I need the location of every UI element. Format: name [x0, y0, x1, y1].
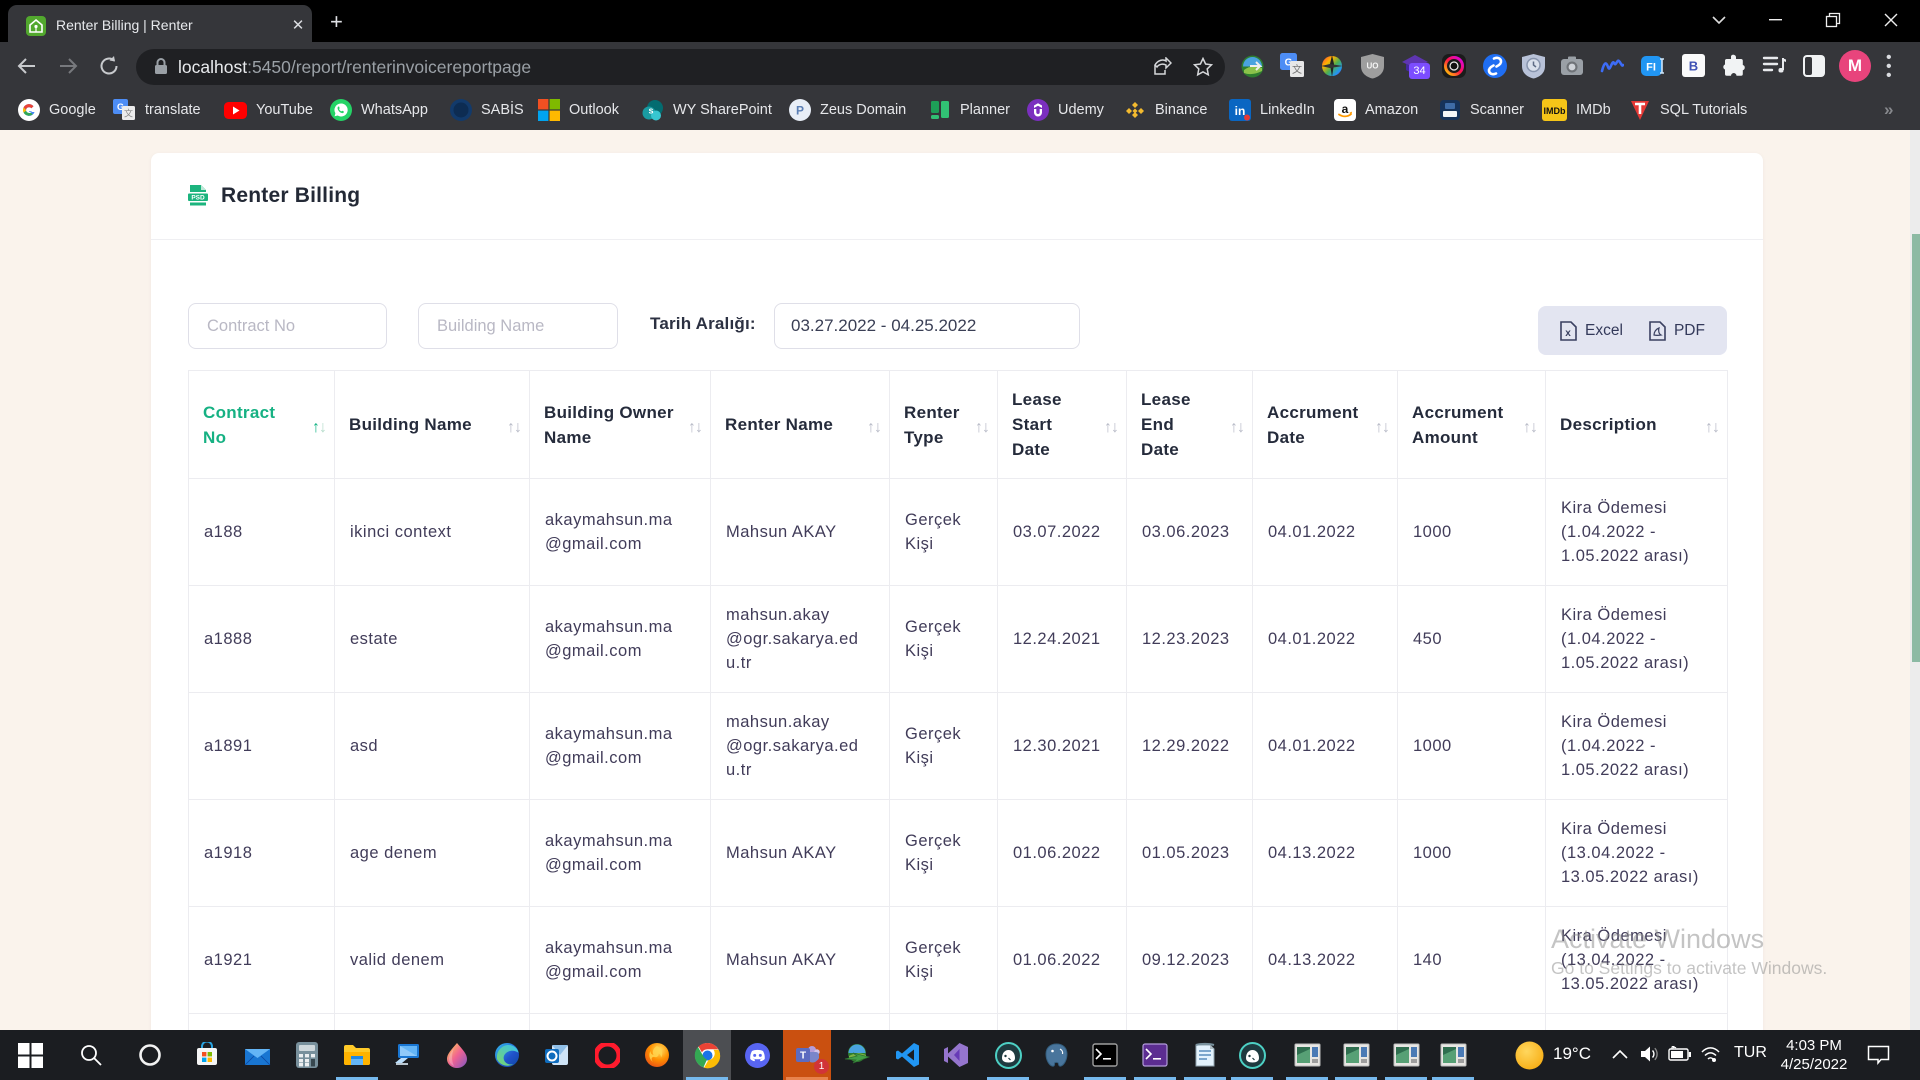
svg-text:PSD: PSD: [191, 195, 205, 202]
svg-text:a: a: [1342, 102, 1349, 116]
svg-text:UO: UO: [1367, 62, 1379, 71]
svg-text:文: 文: [1292, 63, 1302, 76]
svg-text:T: T: [799, 1050, 805, 1061]
svg-text:P: P: [796, 104, 804, 118]
svg-text:in: in: [1235, 104, 1246, 118]
svg-text:FI: FI: [1646, 62, 1656, 74]
svg-text:B: B: [1689, 59, 1698, 74]
svg-text:IMDb: IMDb: [1544, 106, 1566, 116]
svg-text:文: 文: [124, 108, 133, 119]
svg-text:x: x: [1565, 328, 1571, 339]
svg-text:s: s: [648, 106, 653, 116]
